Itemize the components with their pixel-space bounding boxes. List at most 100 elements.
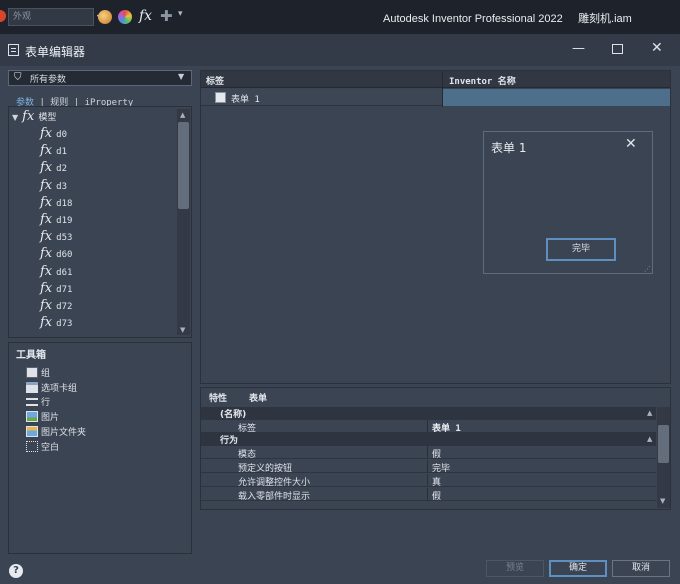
tool-group[interactable]: 组	[26, 366, 50, 380]
maximize-button[interactable]	[612, 44, 623, 54]
properties-scroll-thumb[interactable]	[658, 425, 669, 463]
param-label: d18	[56, 198, 73, 209]
tool-picture-folder[interactable]: 图片文件夹	[26, 425, 86, 439]
picture-folder-icon	[26, 426, 38, 437]
properties-header-key: 特性	[209, 394, 228, 404]
properties-header-value: 表单	[249, 394, 268, 404]
prop-value[interactable]: 完毕	[432, 461, 450, 474]
dialog-title: 表单编辑器	[25, 45, 86, 59]
help-icon[interactable]: ?	[9, 564, 23, 578]
tree-param-item[interactable]: fx d19	[40, 212, 72, 229]
tree-param-item[interactable]: fx d18	[40, 195, 72, 212]
fx-icon: fx	[40, 298, 53, 313]
preview-button[interactable]: 预览	[486, 560, 544, 577]
param-label: d71	[56, 284, 73, 295]
param-label: d72	[56, 302, 73, 312]
tree-param-item[interactable]: fx d0	[40, 126, 67, 143]
tree-root-model[interactable]: ▼ fx 模型	[12, 109, 56, 126]
scroll-down-icon[interactable]: ▼	[180, 326, 185, 334]
param-label: d3	[56, 181, 67, 192]
value-divider	[427, 420, 428, 433]
tree-param-item[interactable]: fx d53	[40, 229, 72, 246]
minimize-button[interactable]: —	[572, 41, 586, 57]
parameter-tree[interactable]	[8, 106, 192, 338]
preview-title: 表单 1	[491, 141, 527, 155]
param-label: d53	[56, 233, 73, 244]
prop-value[interactable]: 真	[432, 475, 441, 488]
appearance-select[interactable]: 外观 ▼	[8, 8, 103, 26]
tree-param-item[interactable]: fx d2	[40, 160, 67, 177]
tree-param-item[interactable]: fx d3	[40, 178, 67, 195]
plus-icon[interactable]: ✚	[160, 7, 173, 25]
grid-header	[201, 71, 670, 88]
fx-icon: fx	[22, 109, 35, 124]
cancel-button[interactable]: 取消	[612, 560, 670, 577]
param-label: d19	[56, 216, 73, 226]
color-wheel-icon[interactable]	[118, 10, 132, 24]
prop-key: 允许调整控件大小	[238, 478, 311, 488]
form-editor-icon	[8, 44, 19, 56]
prop-row-show-on-load[interactable]: 载入零部件时显示 假	[201, 488, 656, 502]
prop-row-tag[interactable]: 标签 表单 1	[201, 420, 656, 434]
resize-grip-icon[interactable]: ⋰	[644, 265, 651, 273]
section-label: (名称)	[220, 410, 247, 420]
column-divider[interactable]	[442, 71, 443, 107]
tree-param-item[interactable]: fx d60	[40, 246, 72, 263]
scroll-down-icon[interactable]: ▼	[660, 497, 665, 505]
empty-space-icon	[26, 441, 38, 452]
prop-row-modal[interactable]: 模态 假	[201, 446, 656, 460]
col-header-tag[interactable]: 标签	[206, 74, 224, 87]
tool-tab-group[interactable]: 选项卡组	[26, 381, 77, 395]
quick-access-dropdown-icon[interactable]: ▾	[178, 9, 183, 19]
tree-param-item[interactable]: fx d1	[40, 143, 67, 160]
tool-label: 选项卡组	[41, 384, 78, 394]
fx-icon: fx	[40, 212, 53, 227]
prop-row-allow-resize[interactable]: 允许调整控件大小 真	[201, 474, 656, 488]
picture-icon	[26, 411, 38, 422]
fx-icon: fx	[40, 126, 53, 141]
close-button[interactable]: ✕	[651, 40, 663, 56]
value-divider	[427, 488, 428, 501]
fx-parameters-icon[interactable]: fx	[139, 8, 152, 24]
prop-value[interactable]: 假	[432, 489, 441, 502]
fx-icon: fx	[40, 177, 53, 193]
app-name: Autodesk Inventor Professional 2022	[383, 13, 563, 25]
value-divider	[427, 460, 428, 473]
grid-row-name-cell[interactable]	[443, 89, 670, 106]
fx-icon: fx	[40, 246, 53, 262]
prop-key: 载入零部件时显示	[238, 492, 311, 502]
expand-icon: ▼	[12, 113, 19, 122]
tool-empty-space[interactable]: 空白	[26, 440, 59, 454]
prop-section-behavior[interactable]: 行为	[201, 433, 656, 446]
tool-label: 图片	[41, 413, 60, 423]
fx-icon: fx	[40, 315, 53, 331]
col-header-inventor-name[interactable]: Inventor 名称	[449, 74, 516, 87]
collapse-up-icon[interactable]: ▲	[647, 409, 652, 417]
prop-value[interactable]: 假	[432, 447, 441, 460]
group-icon	[26, 367, 38, 378]
preview-done-button[interactable]: 完毕	[546, 238, 616, 261]
material-icon[interactable]	[98, 10, 112, 24]
prop-section-name[interactable]: (名称)	[201, 407, 656, 420]
section-label: 行为	[220, 436, 239, 446]
tool-label: 组	[41, 369, 51, 379]
scroll-up-icon[interactable]: ▲	[180, 111, 185, 119]
tree-param-item[interactable]: fx d73	[40, 315, 72, 332]
filter-label: 所有参数	[30, 75, 67, 85]
tree-param-item[interactable]: fx d72	[40, 298, 72, 315]
chevron-down-icon: ▼	[178, 72, 185, 81]
tool-row[interactable]: 行	[26, 395, 50, 409]
param-label: d0	[56, 130, 67, 140]
fx-icon: fx	[40, 229, 53, 245]
tree-scroll-thumb[interactable]	[178, 122, 189, 209]
fx-icon: fx	[40, 280, 53, 296]
ok-button[interactable]: 确定	[549, 560, 607, 577]
tree-param-item[interactable]: fx d61	[40, 264, 72, 281]
collapse-up-icon[interactable]: ▲	[647, 435, 652, 443]
tree-param-item[interactable]: fx d71	[40, 281, 72, 298]
tool-picture[interactable]: 图片	[26, 410, 59, 424]
param-label: d61	[56, 267, 73, 278]
prop-row-predefined-buttons[interactable]: 预定义的按钮 完毕	[201, 460, 656, 474]
value-divider	[427, 474, 428, 487]
preview-close-icon[interactable]: ✕	[625, 136, 637, 152]
